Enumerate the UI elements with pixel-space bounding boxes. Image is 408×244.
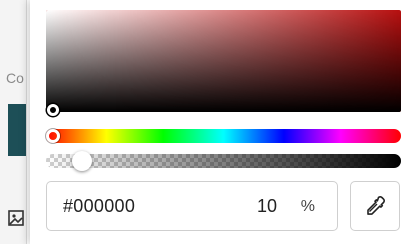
hue-slider[interactable]	[46, 129, 401, 143]
saturation-value-handle[interactable]	[47, 104, 59, 116]
eyedropper-icon	[367, 196, 385, 215]
color-picker-popover: #000000 10 %	[30, 0, 408, 244]
background-swatch	[8, 104, 26, 156]
divider	[26, 0, 27, 244]
percent-label: %	[300, 198, 315, 215]
opacity-handle[interactable]	[71, 151, 92, 171]
opacity-gradient	[46, 154, 401, 168]
eyedropper-button[interactable]	[350, 181, 400, 231]
image-icon[interactable]	[8, 210, 24, 226]
hex-input[interactable]: #000000	[63, 196, 135, 217]
opacity-input[interactable]: 10	[257, 196, 277, 217]
background-panel: Co	[0, 0, 26, 244]
background-label: Co	[6, 70, 24, 86]
hue-handle[interactable]	[46, 129, 60, 143]
color-value-field[interactable]: #000000 10 %	[46, 181, 338, 231]
saturation-value-area[interactable]	[46, 10, 401, 112]
opacity-slider[interactable]	[46, 154, 401, 168]
